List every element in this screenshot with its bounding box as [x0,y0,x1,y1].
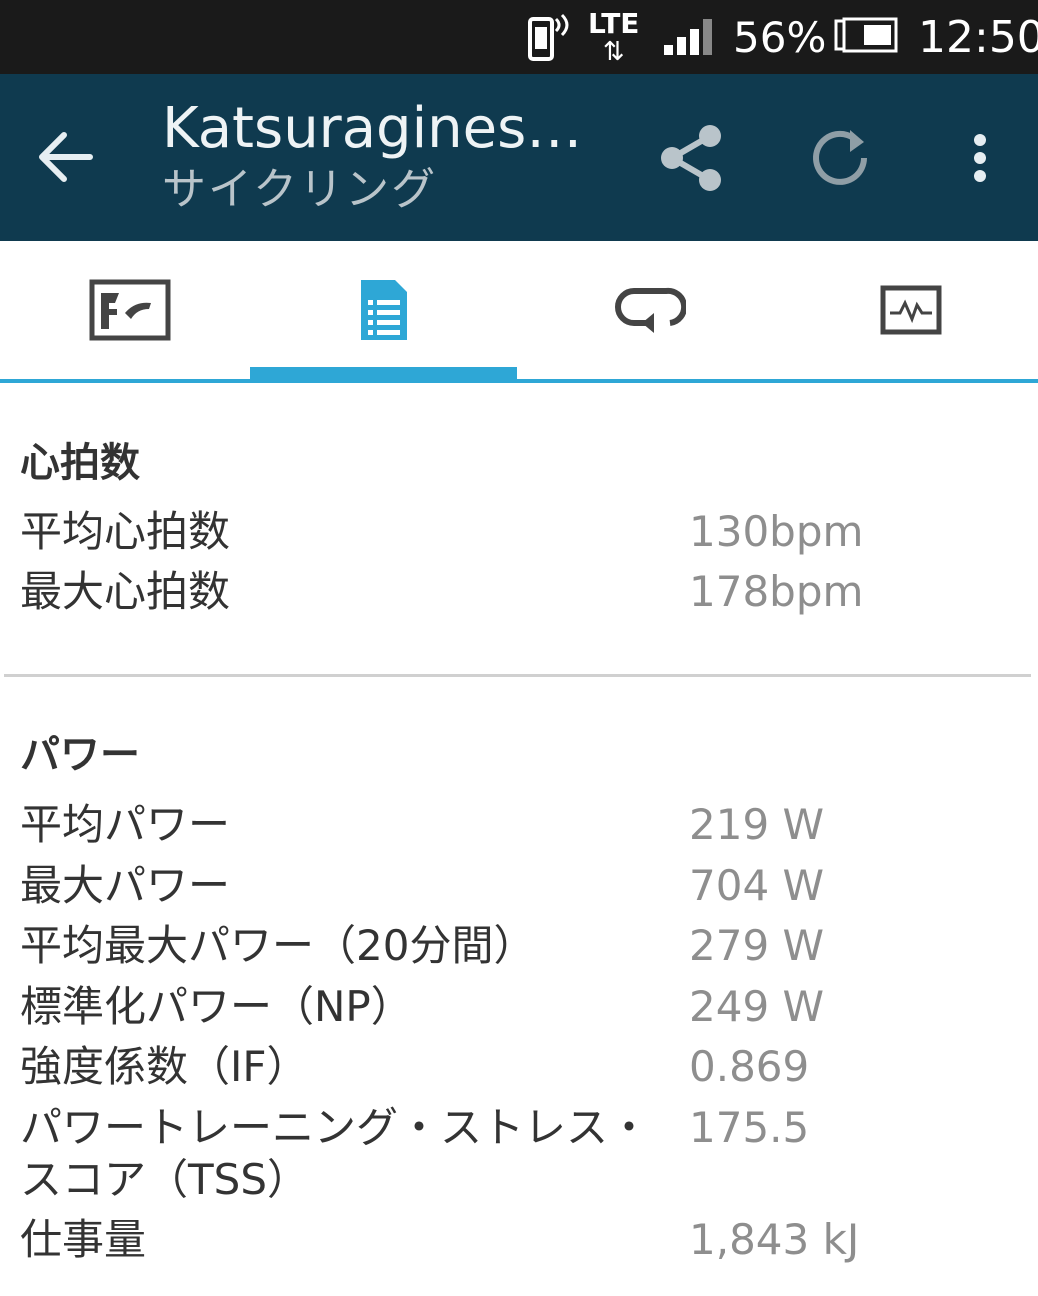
refresh-icon [813,130,867,185]
title-block: Katsuraginesa... サイクリング [162,96,602,218]
max-power-label: 最大パワー [20,861,231,910]
refresh-button[interactable] [800,118,880,198]
intensity-factor-label: 強度係数（IF） [20,1042,309,1091]
max-heart-rate-value: 178bpm [689,567,864,616]
intensity-factor-value: 0.869 [689,1042,810,1091]
section-divider [4,674,1031,677]
arrow-left-icon [39,132,93,182]
avg-max-power-20min-value: 279 W [689,921,825,970]
avg-max-power-20min-label: 平均最大パワー（20分間） [20,921,536,970]
more-vert-icon [974,134,986,182]
heart-rate-section-title: 心拍数 [20,440,140,486]
avg-power-value: 219 W [689,800,825,849]
tab-details[interactable] [250,241,517,379]
normalized-power-value: 249 W [689,982,825,1031]
chart-icon [880,285,941,335]
tab-underline [0,379,1038,383]
overflow-menu-button[interactable] [955,118,1005,198]
max-heart-rate-label: 最大心拍数 [20,567,231,616]
tss-value: 175.5 [689,1103,810,1152]
laps-icon [615,287,686,333]
list-document-icon [360,280,407,340]
tab-map[interactable] [0,241,259,379]
battery-icon [834,0,900,74]
max-power-value: 704 W [689,861,825,910]
avg-heart-rate-label: 平均心拍数 [20,507,231,556]
app-bar: Katsuraginesa... サイクリング [0,74,1038,241]
tab-bar [0,241,1038,385]
lte-icon: LTE ⇅ [588,7,640,67]
battery-percent: 56% [733,12,827,62]
work-label: 仕事量 [20,1215,147,1264]
back-button[interactable] [28,119,104,195]
avg-heart-rate-value: 130bpm [689,507,864,556]
tab-laps[interactable] [517,241,783,379]
share-button[interactable] [652,118,732,198]
activity-title: Katsuraginesa... [162,96,602,161]
status-bar: LTE ⇅ 56% 12:50 [0,0,1038,74]
map-icon [89,279,170,341]
normalized-power-label: 標準化パワー（NP） [20,982,413,1031]
clock: 12:50 [918,11,1038,63]
tab-charts[interactable] [783,241,1038,379]
tss-label-line1: パワートレーニング・ストレス・ [20,1103,651,1152]
share-icon [661,125,721,191]
work-value: 1,843 kJ [689,1215,860,1264]
tss-label-line2: スコア（TSS） [20,1155,309,1204]
activity-type: サイクリング [162,164,438,215]
power-section-title: パワー [20,732,140,778]
avg-power-label: 平均パワー [20,800,231,849]
signal-icon [664,0,720,74]
phone-vibrate-icon [526,0,574,74]
